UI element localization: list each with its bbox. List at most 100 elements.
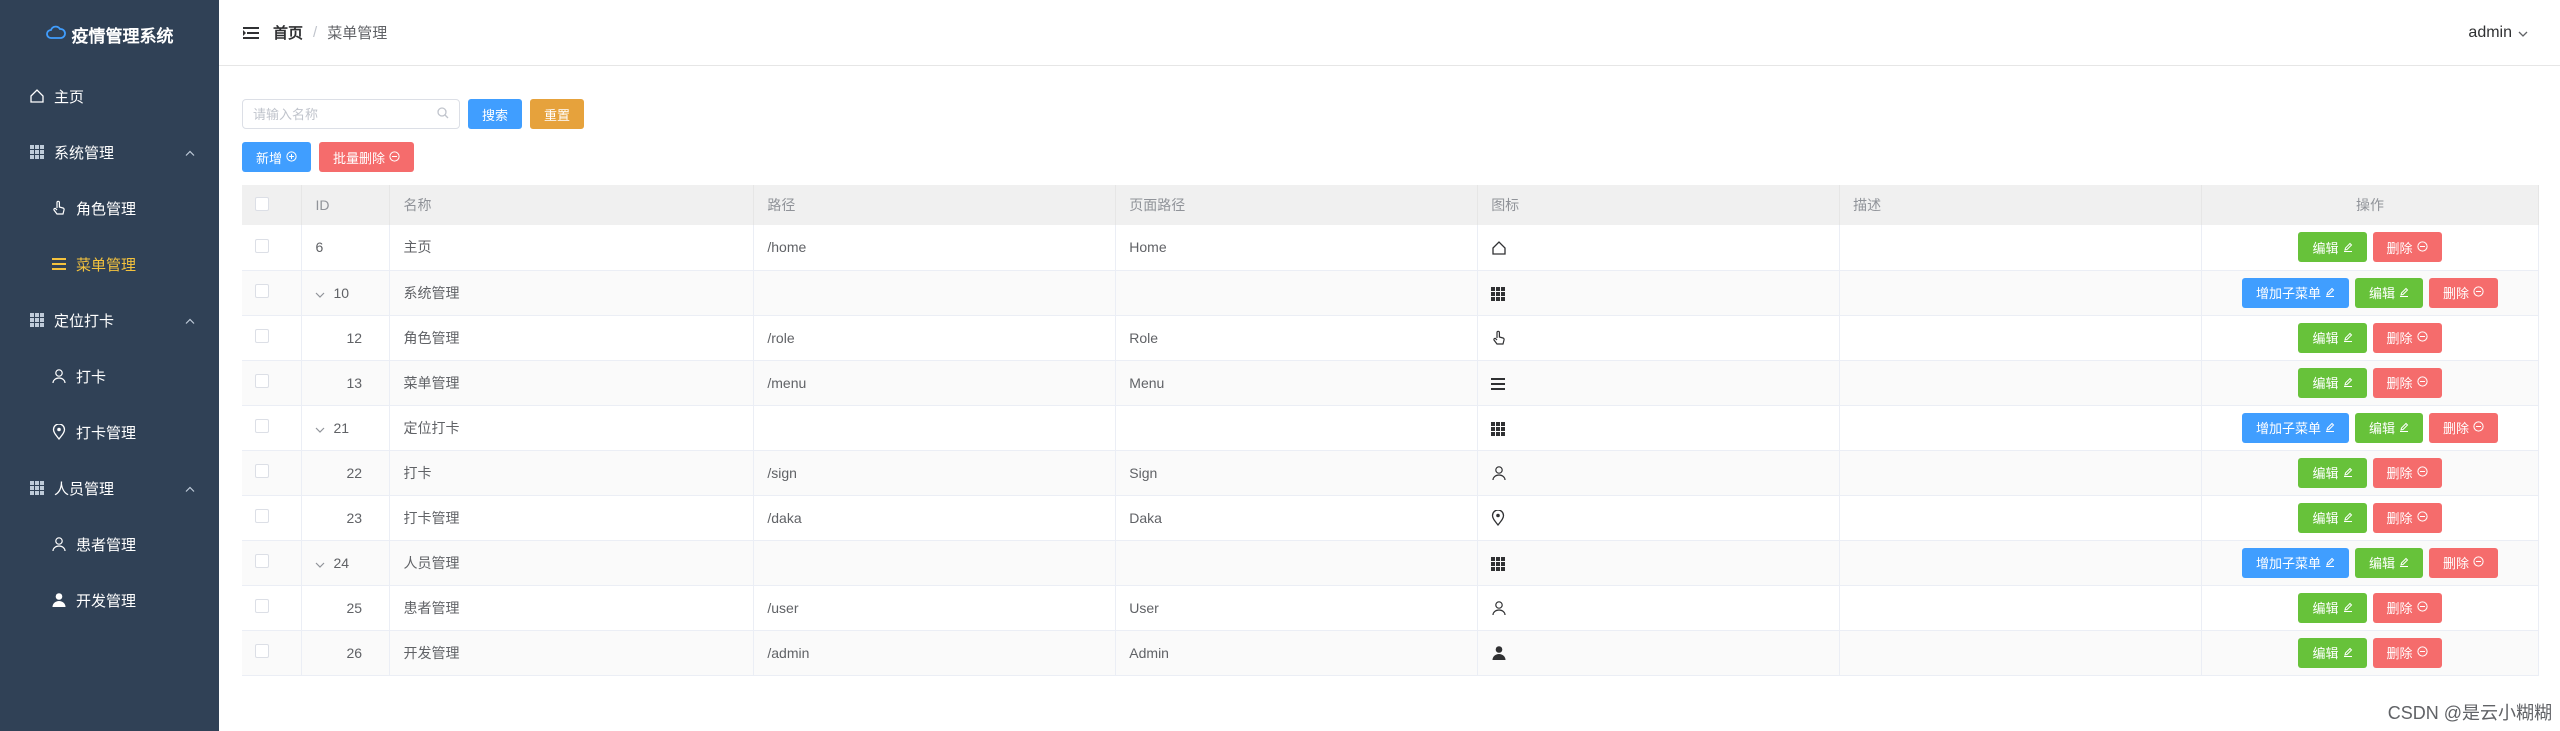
circle-plus-icon	[286, 150, 297, 165]
sidebar-item[interactable]: 人员管理	[0, 460, 219, 516]
row-checkbox[interactable]	[255, 554, 269, 568]
select-all-checkbox[interactable]	[255, 196, 269, 211]
sidebar-item[interactable]: 定位打卡	[0, 292, 219, 348]
column-header-path: 路径	[753, 185, 1117, 225]
edit-button[interactable]: 编辑	[2298, 322, 2367, 353]
row-actions: 编辑 删除	[2201, 225, 2539, 271]
row-checkbox[interactable]	[255, 464, 269, 478]
delete-button[interactable]: 删除	[2372, 457, 2442, 488]
row-page-path: User	[1115, 585, 1479, 631]
edit-button[interactable]: 编辑	[2298, 502, 2367, 533]
breadcrumb-current: 菜单管理	[327, 25, 388, 42]
delete-button[interactable]: 删除	[2429, 547, 2499, 578]
row-checkbox[interactable]	[255, 238, 269, 253]
add-child-button-label: 增加子菜单	[2255, 421, 2321, 436]
edit-icon	[2399, 555, 2409, 570]
delete-button[interactable]: 删除	[2372, 232, 2442, 263]
row-name: 角色管理	[389, 315, 755, 361]
sidebar-item-label: 主页	[54, 88, 85, 106]
column-header-page-path: 页面路径	[1115, 185, 1479, 225]
user-icon	[1491, 464, 1507, 481]
search-button[interactable]: 搜索	[468, 99, 523, 129]
edit-button[interactable]: 编辑	[2298, 232, 2367, 263]
search-box[interactable]	[242, 99, 460, 129]
add-child-button[interactable]: 增加子菜单	[2241, 547, 2349, 578]
edit-button[interactable]: 编辑	[2354, 547, 2423, 578]
row-id: 22	[346, 464, 363, 481]
app-title: 疫情管理系统	[71, 26, 174, 46]
row-description	[1839, 450, 2202, 496]
edit-button[interactable]: 编辑	[2298, 367, 2367, 398]
edit-icon	[2343, 465, 2353, 480]
menu-icon	[1491, 375, 1506, 391]
add-child-button[interactable]: 增加子菜单	[2241, 412, 2349, 443]
edit-button[interactable]: 编辑	[2298, 637, 2367, 668]
column-header-name: 名称	[389, 185, 755, 225]
breadcrumb-home[interactable]: 首页	[273, 22, 303, 43]
row-checkbox[interactable]	[255, 329, 269, 343]
grid-icon	[28, 311, 46, 329]
delete-button[interactable]: 删除	[2372, 502, 2442, 533]
delete-button[interactable]: 删除	[2372, 592, 2442, 623]
logo[interactable]: 疫情管理系统	[0, 0, 219, 68]
delete-button[interactable]: 删除	[2429, 412, 2499, 443]
row-checkbox[interactable]	[255, 509, 269, 523]
row-id: 25	[346, 599, 363, 616]
menu-icon	[50, 255, 68, 273]
delete-button[interactable]: 删除	[2372, 637, 2442, 668]
edit-button-label: 编辑	[2312, 240, 2339, 256]
row-name: 菜单管理	[389, 360, 755, 406]
row-page-path	[1115, 405, 1479, 451]
search-input[interactable]	[253, 106, 437, 122]
add-button[interactable]: 新增	[242, 142, 312, 172]
sidebar-item[interactable]: 开发管理	[0, 572, 219, 628]
edit-icon	[2343, 510, 2353, 525]
delete-button-label: 删除	[2443, 556, 2470, 571]
sidebar-item[interactable]: 患者管理	[0, 516, 219, 572]
chevron-down-icon[interactable]	[315, 420, 325, 436]
edit-button[interactable]: 编辑	[2298, 592, 2367, 623]
chevron-up-icon	[185, 480, 195, 497]
batch-delete-button[interactable]: 批量删除	[319, 142, 415, 172]
delete-button[interactable]: 删除	[2372, 367, 2442, 398]
add-child-button[interactable]: 增加子菜单	[2241, 277, 2349, 308]
row-id: 12	[346, 329, 363, 346]
location-icon	[1491, 509, 1505, 527]
sidebar-item[interactable]: 打卡	[0, 348, 219, 404]
row-checkbox[interactable]	[255, 419, 269, 433]
user-icon	[50, 367, 68, 385]
row-checkbox[interactable]	[255, 284, 269, 298]
edit-button[interactable]: 编辑	[2354, 412, 2423, 443]
edit-icon	[2325, 555, 2335, 570]
row-id: 6	[315, 239, 324, 256]
table-row: 22 打卡 /sign Sign 编辑 删除	[242, 450, 2539, 496]
add-child-button-label: 增加子菜单	[2255, 286, 2321, 301]
sidebar-item[interactable]: 菜单管理	[0, 236, 219, 292]
row-checkbox[interactable]	[255, 599, 269, 613]
action-toolbar: 新增 批量删除	[242, 142, 415, 172]
user-icon	[50, 535, 68, 553]
row-checkbox[interactable]	[255, 374, 269, 388]
table-row: 12 角色管理 /role Role 编辑 删除	[242, 315, 2539, 361]
row-actions: 编辑 删除	[2201, 495, 2539, 541]
row-path: /home	[753, 225, 1117, 271]
user-dropdown[interactable]: admin	[2468, 24, 2528, 42]
edit-button[interactable]: 编辑	[2354, 277, 2423, 308]
edit-button[interactable]: 编辑	[2298, 457, 2367, 488]
collapse-menu-icon[interactable]	[243, 26, 259, 40]
grid-icon	[28, 479, 46, 497]
chevron-down-icon[interactable]	[315, 285, 325, 301]
sidebar-item[interactable]: 角色管理	[0, 180, 219, 236]
row-path	[753, 540, 1117, 586]
sidebar-item[interactable]: 主页	[0, 68, 219, 124]
delete-button[interactable]: 删除	[2429, 277, 2499, 308]
main-content: 搜索 重置 新增 批量删除 ID 名称 路径 页面路径 图标 描述 操作	[219, 67, 2560, 731]
delete-button[interactable]: 删除	[2372, 322, 2442, 353]
row-checkbox[interactable]	[255, 644, 269, 658]
sidebar-item[interactable]: 打卡管理	[0, 404, 219, 460]
delete-button-label: 删除	[2386, 240, 2413, 256]
home-icon	[1491, 239, 1507, 255]
sidebar-item[interactable]: 系统管理	[0, 124, 219, 180]
reset-button[interactable]: 重置	[530, 99, 585, 129]
chevron-down-icon[interactable]	[315, 555, 325, 571]
